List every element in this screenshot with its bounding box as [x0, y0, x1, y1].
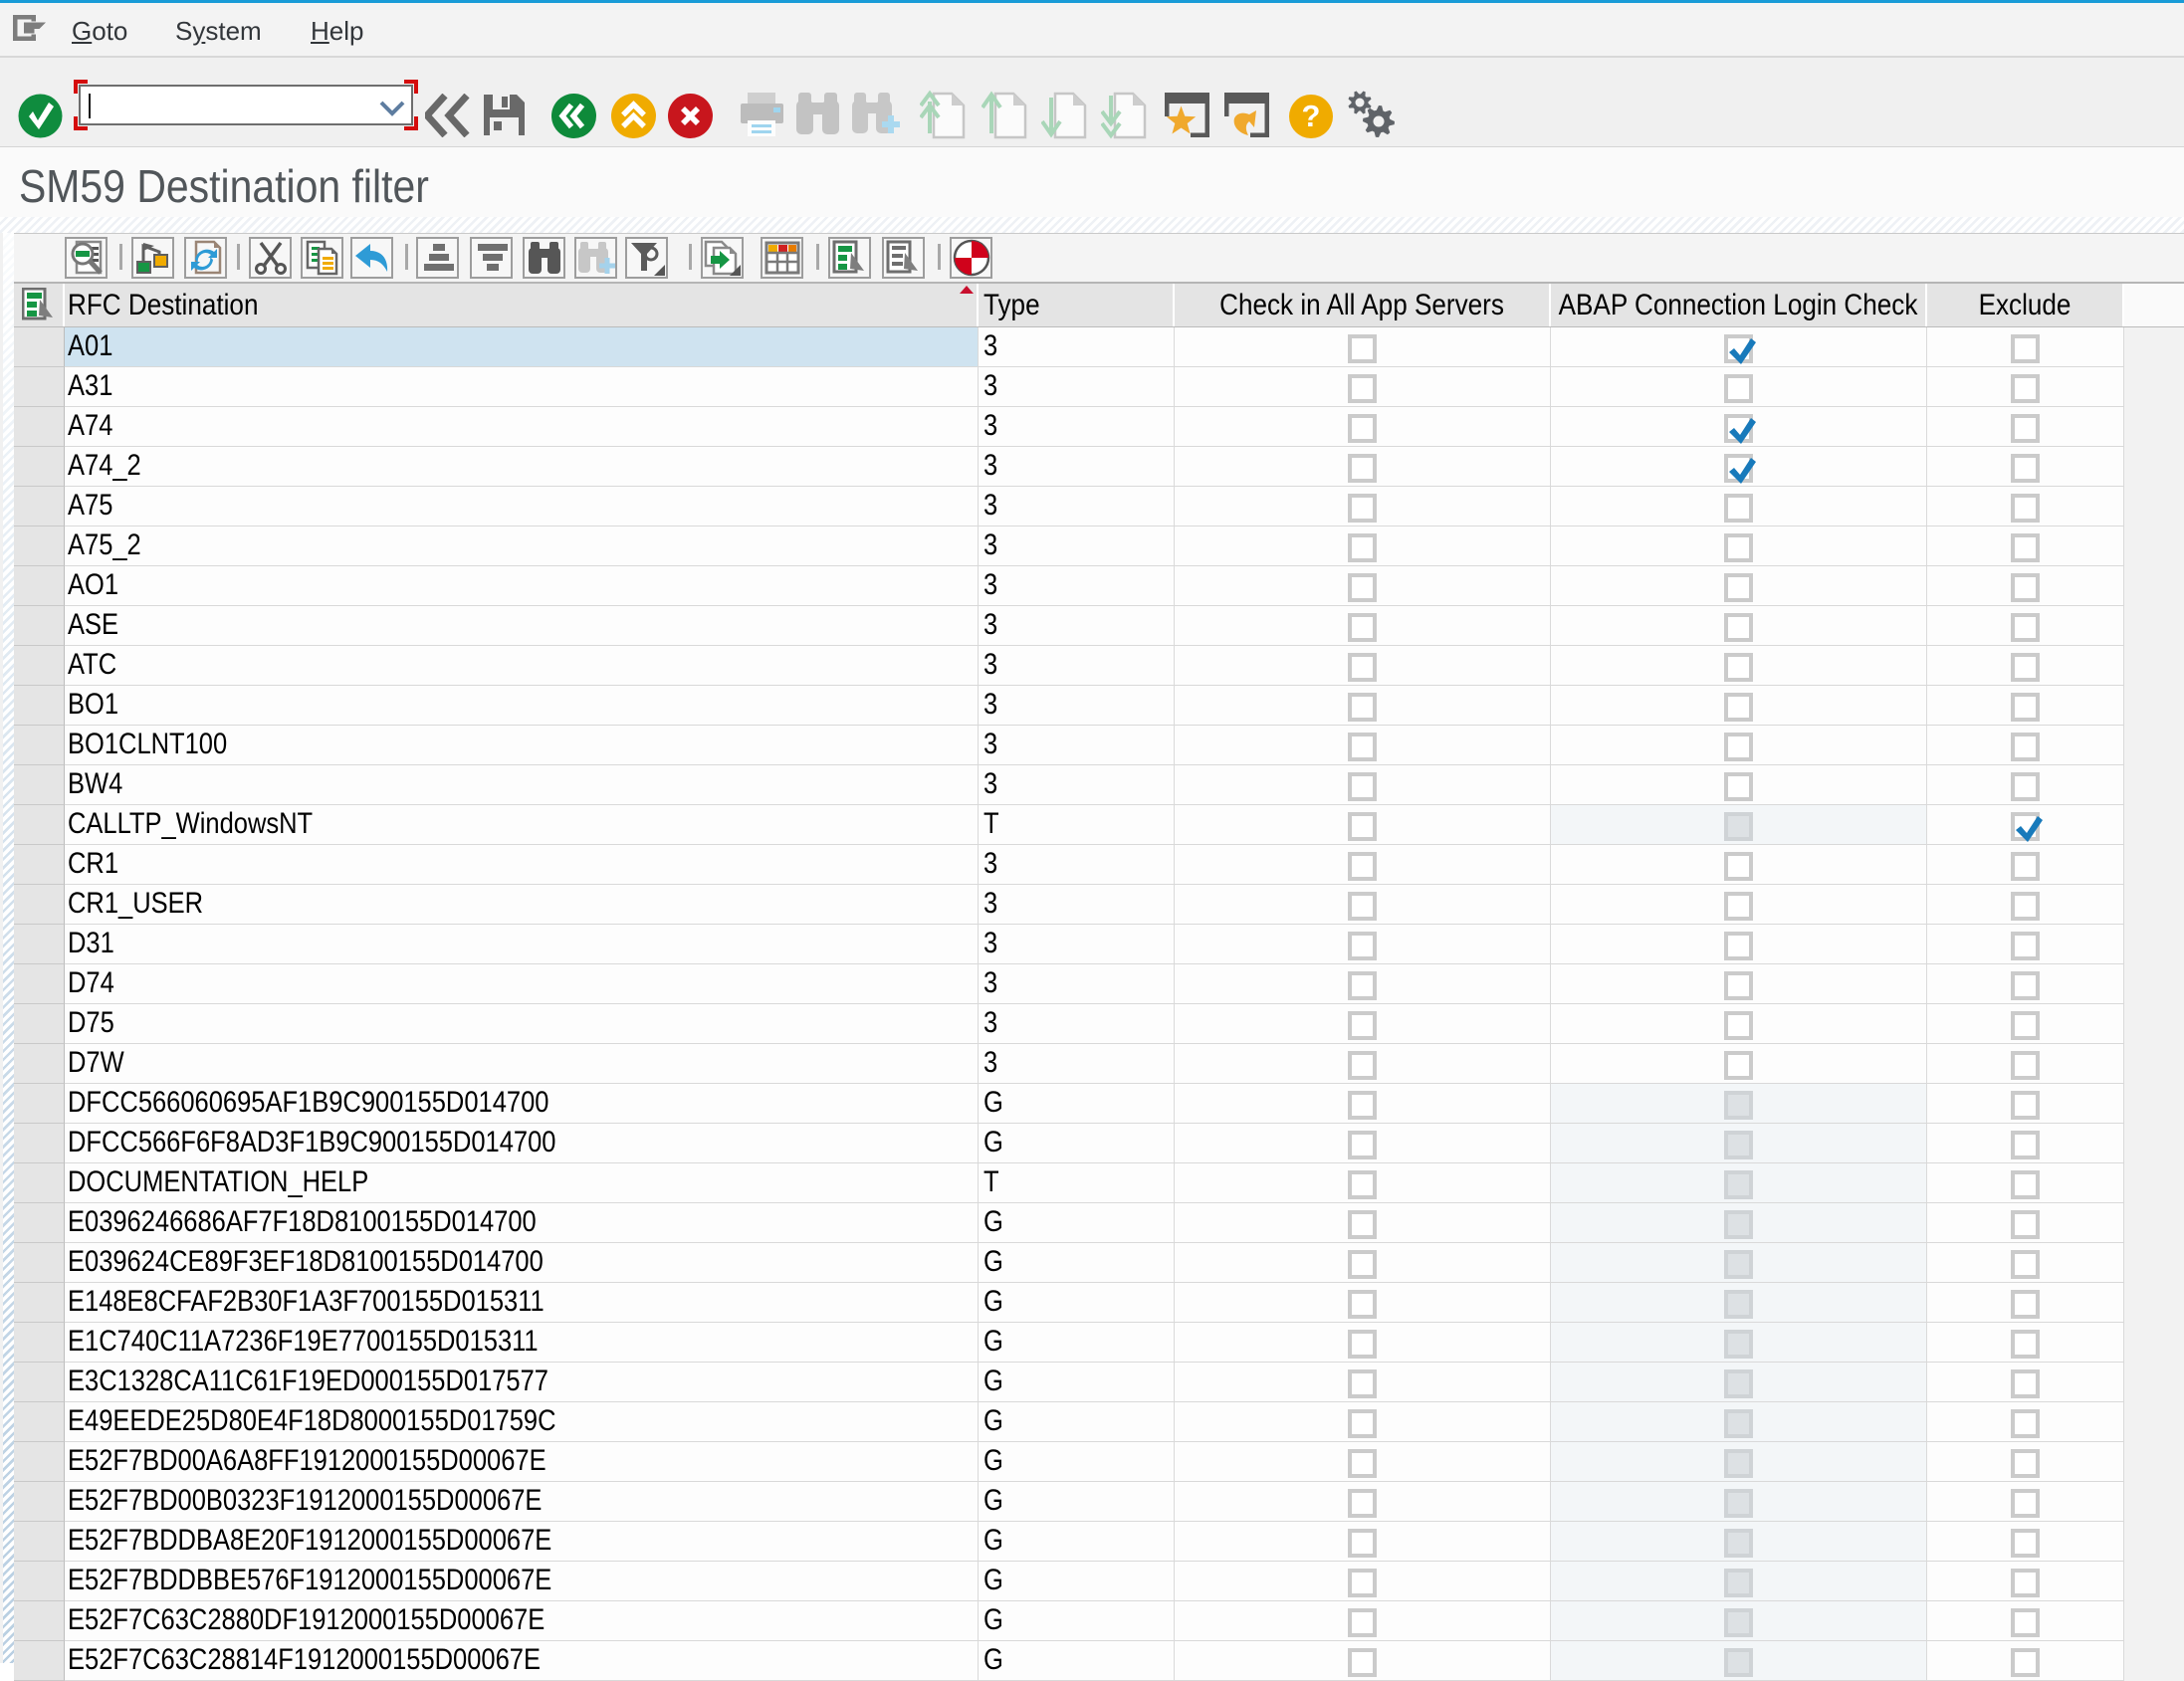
svg-text:?: ?: [1302, 99, 1321, 133]
